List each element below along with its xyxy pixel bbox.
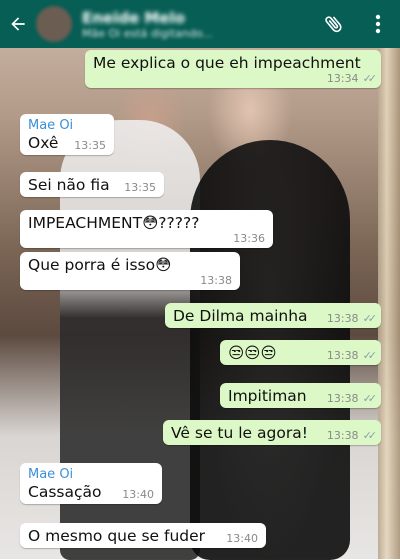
- message-time: 13:38: [326, 312, 359, 325]
- message-time: 13:35: [124, 181, 156, 194]
- double-check-icon: ✓✓: [362, 429, 378, 442]
- message-text: 😒😒😒: [228, 344, 277, 362]
- chat-header: Eneide Melo Mãe Oi está digitando...: [0, 0, 400, 48]
- sender-name: Mae Oi: [28, 118, 74, 133]
- double-check-icon: ✓✓: [362, 72, 378, 85]
- message-meta: 13:38 ✓✓: [326, 392, 378, 405]
- message-text: IMPEACHMENT😳?????: [28, 214, 200, 232]
- menu-button[interactable]: [356, 0, 400, 48]
- message-text: Impitiman: [228, 387, 307, 405]
- double-check-icon: ✓✓: [362, 312, 378, 325]
- contact-info[interactable]: Eneide Melo Mãe Oi está digitando...: [82, 9, 312, 40]
- message-meta: 13:34 ✓✓: [326, 72, 378, 85]
- message-time: 13:34: [326, 72, 359, 85]
- message-bubble-outgoing[interactable]: De Dilma mainha 13:38 ✓✓: [165, 303, 381, 328]
- background-mirror-frame: [378, 48, 400, 559]
- message-bubble-incoming[interactable]: Que porra é isso😳 13:38: [20, 252, 240, 290]
- message-bubble-outgoing[interactable]: Vê se tu le agora! 13:38 ✓✓: [163, 420, 381, 445]
- message-time: 13:36: [233, 232, 265, 245]
- message-text: Sei não fia: [28, 176, 110, 194]
- message-bubble-incoming[interactable]: Mae Oi Oxê 13:35: [20, 114, 114, 155]
- double-check-icon: ✓✓: [362, 392, 378, 405]
- message-meta: 13:38 ✓✓: [326, 429, 378, 442]
- more-vertical-icon: [375, 14, 381, 34]
- message-text: O mesmo que se fuder: [28, 527, 206, 545]
- message-bubble-incoming[interactable]: Mae Oi Cassação 13:40: [20, 463, 162, 504]
- message-meta: 13:38 ✓✓: [326, 312, 378, 325]
- message-time: 13:38: [326, 349, 359, 362]
- message-text: Vê se tu le agora!: [171, 424, 308, 442]
- message-time: 13:38: [200, 274, 232, 287]
- message-time: 13:35: [74, 139, 106, 152]
- message-text: Cassação: [28, 483, 102, 501]
- message-bubble-outgoing[interactable]: Me explica o que eh impeachment 13:34 ✓✓: [85, 50, 381, 88]
- message-time: 13:38: [326, 429, 359, 442]
- contact-name: Eneide Melo: [82, 8, 185, 27]
- message-text: De Dilma mainha: [173, 307, 308, 325]
- message-text: Que porra é isso😳: [28, 256, 172, 274]
- sender-name: Mae Oi: [28, 467, 74, 482]
- message-text: Oxê: [28, 134, 59, 152]
- contact-avatar[interactable]: [36, 6, 72, 42]
- arrow-left-icon: [11, 17, 25, 31]
- message-bubble-incoming[interactable]: IMPEACHMENT😳????? 13:36: [20, 210, 273, 248]
- message-time: 13:38: [326, 392, 359, 405]
- message-bubble-outgoing[interactable]: Impitiman 13:38 ✓✓: [220, 383, 381, 408]
- message-bubble-incoming[interactable]: O mesmo que se fuder 13:40: [20, 523, 266, 548]
- message-meta: 13:38 ✓✓: [326, 349, 378, 362]
- paperclip-icon: [325, 16, 342, 33]
- message-time: 13:40: [226, 532, 258, 545]
- double-check-icon: ✓✓: [362, 349, 378, 362]
- back-button[interactable]: [0, 0, 36, 48]
- message-bubble-outgoing[interactable]: 😒😒😒 13:38 ✓✓: [220, 340, 381, 365]
- message-time: 13:40: [122, 488, 154, 501]
- message-bubble-incoming[interactable]: Sei não fia 13:35: [20, 172, 164, 197]
- attach-button[interactable]: [312, 0, 356, 48]
- message-text: Me explica o que eh impeachment: [93, 54, 361, 72]
- contact-status: Mãe Oi está digitando...: [82, 26, 213, 40]
